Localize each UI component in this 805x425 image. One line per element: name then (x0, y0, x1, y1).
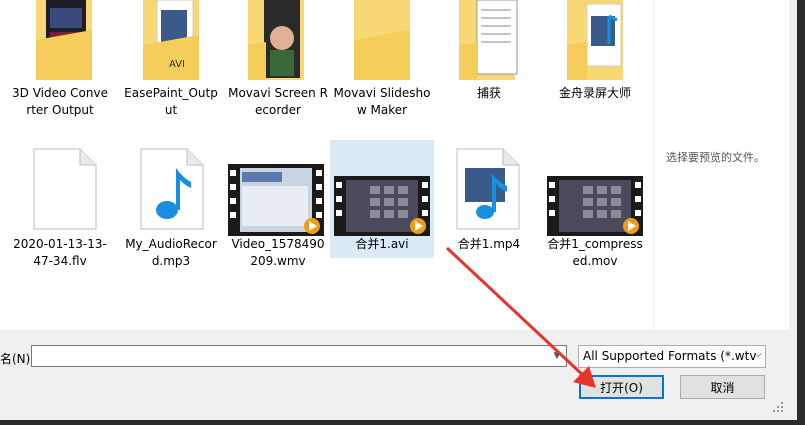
file-label: My_AudioRecord.mp3 (125, 237, 217, 268)
audio-file-icon (140, 148, 204, 230)
file-label: Movavi Screen Recorder (228, 86, 328, 117)
open-button[interactable]: 打开(O) (579, 375, 664, 399)
file-item-selected[interactable]: 合并1.avi (330, 140, 434, 258)
video-file-icon (456, 148, 520, 230)
file-label: 合并1.mp4 (457, 237, 521, 251)
video-thumbnail-icon (334, 176, 430, 236)
file-item[interactable]: 合并1.mp4 (437, 140, 541, 290)
file-label: 合并1_compressed.mov (547, 237, 643, 268)
folder-icon (459, 0, 518, 80)
file-label: 3D Video Converter Output (12, 86, 108, 117)
chevron-down-icon: ⌵ (754, 349, 762, 360)
folder-icon (354, 0, 410, 80)
folder-icon (567, 0, 623, 80)
file-label: 2020-01-13-13-47-34.flv (13, 237, 107, 268)
blank-file-icon (33, 148, 97, 230)
filename-input[interactable] (31, 345, 567, 367)
video-thumbnail-icon (228, 164, 324, 236)
file-label: 合并1.avi (355, 237, 409, 251)
window-bottom-edge (0, 420, 805, 425)
folder-icon (248, 0, 304, 80)
folder-item[interactable]: Movavi Slideshow Maker (330, 0, 434, 140)
folder-item[interactable]: 捕获 (437, 0, 541, 140)
folder-icon: AVI (143, 0, 199, 80)
filter-value: All Supported Formats (*.wtv (583, 349, 757, 363)
filename-label: 名(N): (0, 352, 35, 366)
avi-badge: AVI (169, 59, 185, 70)
file-item[interactable]: Video_1578490209.wmv (226, 140, 330, 290)
folder-item[interactable]: 金舟录屏大师 (543, 0, 647, 140)
folder-item[interactable]: AVI EasePaint_Output (119, 0, 223, 140)
preview-placeholder: 选择要预览的文件。 (666, 151, 765, 164)
cancel-button[interactable]: 取消 (680, 375, 765, 399)
file-label: EasePaint_Output (124, 86, 218, 117)
window-edge (797, 0, 805, 425)
file-item[interactable]: My_AudioRecord.mp3 (119, 140, 223, 290)
folder-icon (36, 0, 92, 80)
folder-item[interactable]: 3D Video Converter Output (8, 0, 112, 140)
file-type-filter[interactable]: All Supported Formats (*.wtv ⌵ (578, 345, 766, 368)
video-thumbnail-icon (547, 176, 643, 236)
file-list-view[interactable]: 3D Video Converter Output AVI EasePaint_… (0, 0, 653, 330)
folder-item[interactable]: Movavi Screen Recorder (226, 0, 330, 140)
preview-pane: 选择要预览的文件。 (653, 0, 790, 330)
dialog-footer (0, 330, 797, 420)
file-label: 金舟录屏大师 (558, 86, 631, 100)
file-label: Video_1578490209.wmv (231, 237, 325, 268)
filename-dropdown-icon[interactable]: ▼ (548, 346, 566, 366)
file-item[interactable]: 2020-01-13-13-47-34.flv (8, 140, 112, 290)
file-label: 捕获 (476, 86, 501, 100)
file-label: Movavi Slideshow Maker (333, 86, 431, 117)
resize-grip-icon[interactable] (772, 401, 784, 413)
file-item[interactable]: 合并1_compressed.mov (543, 140, 647, 290)
